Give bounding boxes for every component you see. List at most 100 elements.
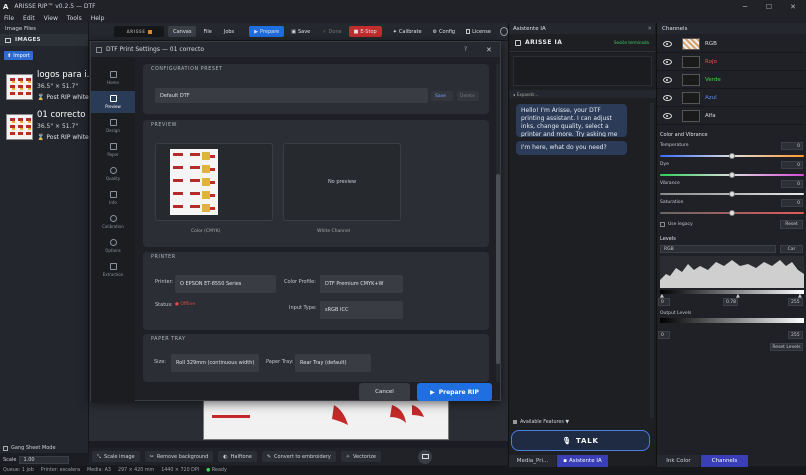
printer-select[interactable]: O EPSON ET-8550 Series xyxy=(175,275,276,293)
eye-icon[interactable] xyxy=(663,41,672,47)
output-black-input[interactable]: 0 xyxy=(658,331,670,339)
nav-quality[interactable]: Quality xyxy=(91,163,135,185)
tab-canvas[interactable]: Canvas xyxy=(168,26,197,37)
menu-tools[interactable]: Tools xyxy=(67,15,82,22)
levels-white-input[interactable]: 255 xyxy=(788,298,803,306)
image-list-item[interactable]: logos para i... 36.5" × 51.7" ⌛ Post RIP… xyxy=(4,68,95,106)
done-button[interactable]: ✓ Done xyxy=(317,26,346,37)
prepare-rip-button[interactable]: ▶ Prepare RIP xyxy=(417,383,492,401)
tab-channels[interactable]: Channels xyxy=(701,455,748,467)
help-button[interactable]: ? xyxy=(464,46,467,53)
available-features-toggle[interactable]: Available Features ▼ xyxy=(509,417,656,427)
prepare-button[interactable]: ▶ Prepare xyxy=(249,26,285,37)
levels-auto-button[interactable]: Car xyxy=(780,245,803,253)
saturation-value[interactable]: 0 xyxy=(781,199,803,207)
import-button[interactable]: ⬆ Import xyxy=(4,51,33,60)
talk-button[interactable]: 🎙 TALK xyxy=(511,430,650,451)
levels-channel-select[interactable]: RGB xyxy=(660,245,776,253)
dialog-close-icon[interactable]: ✕ xyxy=(486,46,492,54)
maximize-icon[interactable]: ☐ xyxy=(757,0,781,13)
paper-size-select[interactable]: Roll 329mm (continuous width) xyxy=(171,354,259,372)
slider-knob[interactable] xyxy=(729,191,735,197)
dye-slider[interactable] xyxy=(660,172,804,178)
checkbox-icon[interactable] xyxy=(660,222,665,227)
channel-row-verde[interactable]: Verde xyxy=(657,72,805,89)
vectorize-button[interactable]: ✧ Vectorize xyxy=(340,451,382,462)
gang-sheet-toggle[interactable]: Gang Sheet Mode xyxy=(0,442,89,454)
output-white-input[interactable]: 255 xyxy=(788,331,803,339)
channel-row-rojo[interactable]: Rojo xyxy=(657,54,805,71)
reset-button[interactable]: Reset xyxy=(780,220,803,229)
chat-scrollbar[interactable] xyxy=(650,103,654,418)
vibrance-value[interactable]: 0 xyxy=(781,180,803,188)
vibrance-slider[interactable] xyxy=(660,191,804,197)
reset-levels-button[interactable]: Reset Levels xyxy=(770,343,803,351)
eye-icon[interactable] xyxy=(663,77,672,83)
channel-row-azul[interactable]: Azul xyxy=(657,90,805,107)
saturation-slider[interactable] xyxy=(660,210,804,216)
nav-paper[interactable]: Paper xyxy=(91,139,135,161)
nav-design[interactable]: Design xyxy=(91,115,135,137)
settings-circle-icon[interactable] xyxy=(499,27,508,36)
halftone-button[interactable]: ◐ Halftone xyxy=(218,451,257,462)
tab-file[interactable]: File xyxy=(198,26,216,37)
convert-embroidery-button[interactable]: ✎ Convert to embroidery xyxy=(261,451,336,462)
menu-file[interactable]: File xyxy=(4,15,14,22)
remove-background-button[interactable]: ✂ Remove background xyxy=(144,451,214,462)
preset-save-button[interactable]: Save xyxy=(431,91,453,101)
temperature-value[interactable]: 0 xyxy=(781,142,803,150)
channel-row-alfa[interactable]: Alfa xyxy=(657,108,805,125)
color-profile-select[interactable]: DTF Premium CMYK+W xyxy=(320,275,403,293)
checkbox-icon[interactable] xyxy=(3,445,8,451)
e-stop-button[interactable]: ■ E-Stop xyxy=(348,26,382,37)
dye-value[interactable]: 0 xyxy=(781,161,803,169)
output-levels-gradient[interactable] xyxy=(660,318,804,323)
channel-row-rgb[interactable]: RGB xyxy=(657,36,805,53)
menu-help[interactable]: Help xyxy=(91,15,105,22)
calibrate-button[interactable]: ✦ Calibrate xyxy=(388,26,427,37)
assistant-brand-bar: ARISSE IA Sesión terminada xyxy=(509,34,655,52)
eye-icon[interactable] xyxy=(663,113,672,119)
slider-knob[interactable] xyxy=(729,172,735,178)
expand-toggle[interactable]: ◂ Expandir... xyxy=(509,90,656,98)
preset-delete-button[interactable]: Delete xyxy=(457,91,479,101)
panel-close-icon[interactable]: ✕ xyxy=(647,26,652,32)
nav-options[interactable]: Options xyxy=(91,235,135,257)
close-icon[interactable]: ✕ xyxy=(781,0,805,13)
color-preview-card[interactable] xyxy=(155,143,273,221)
scale-input[interactable]: 1.00 xyxy=(19,455,70,464)
slider-knob[interactable] xyxy=(729,210,735,216)
levels-black-input[interactable]: 0 xyxy=(658,298,670,306)
eye-icon[interactable] xyxy=(663,95,672,101)
nav-info[interactable]: Info xyxy=(91,187,135,209)
nav-extraction[interactable]: Extraction xyxy=(91,259,135,281)
paper-tray-select[interactable]: Rear Tray (default) xyxy=(295,354,371,372)
minimize-icon[interactable]: ─ xyxy=(733,0,757,13)
printer-fab-button[interactable] xyxy=(418,449,433,464)
canvas-artwork[interactable] xyxy=(203,400,449,440)
nav-preview[interactable]: Preview xyxy=(91,91,135,113)
save-button[interactable]: ▣ Save xyxy=(286,26,315,37)
tab-jobs[interactable]: Jobs xyxy=(219,26,239,37)
tab-ink-color[interactable]: Ink Color xyxy=(657,455,700,467)
preset-select[interactable]: Default DTF xyxy=(155,88,428,103)
nav-home[interactable]: Home xyxy=(91,67,135,89)
menu-edit[interactable]: Edit xyxy=(23,15,35,22)
tab-media-printer[interactable]: Media_Pri... xyxy=(509,455,556,467)
levels-gamma-input[interactable]: 0.78 xyxy=(723,298,738,306)
temperature-slider[interactable] xyxy=(660,153,804,159)
nav-calibration[interactable]: Calibration xyxy=(91,211,135,233)
image-list-item[interactable]: 01 correcto 36.5" × 51.7" ⌛ Post RIP whi… xyxy=(4,108,89,146)
input-type-select[interactable]: sRGB ICC xyxy=(320,301,403,319)
eye-icon[interactable] xyxy=(663,59,672,65)
config-button[interactable]: ⚙ Config xyxy=(428,26,461,37)
dialog-scrollbar[interactable] xyxy=(496,64,500,382)
cancel-button[interactable]: Cancel xyxy=(359,383,410,401)
slider-knob[interactable] xyxy=(729,153,735,159)
use-legacy-toggle[interactable]: Use legacy xyxy=(660,222,693,227)
tab-asistente-ia[interactable]: ▪ Asistente IA xyxy=(557,455,608,467)
license-button[interactable]: License xyxy=(461,26,496,37)
white-channel-card[interactable]: No preview xyxy=(283,143,401,221)
scale-image-button[interactable]: ⤡ Scale image xyxy=(92,451,140,462)
menu-view[interactable]: View xyxy=(44,15,58,22)
